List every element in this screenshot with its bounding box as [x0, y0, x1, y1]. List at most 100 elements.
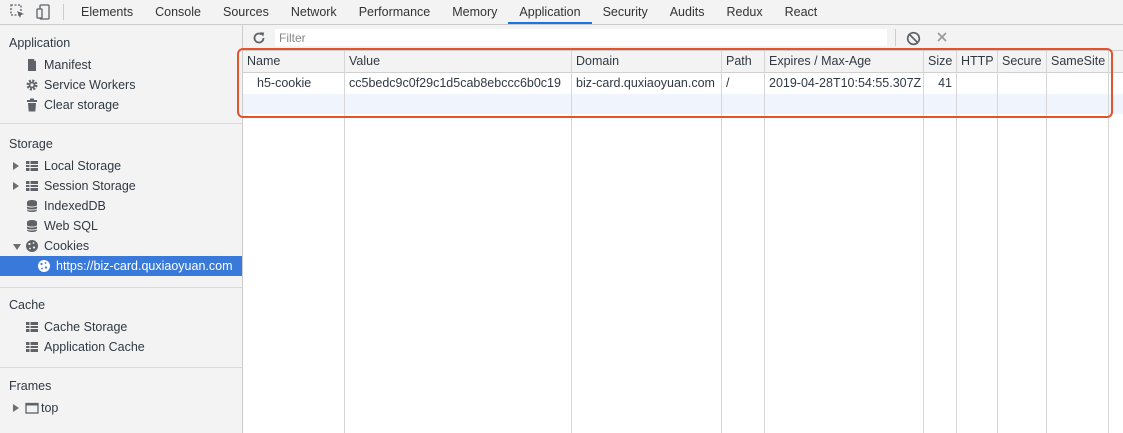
grid-icon: [25, 320, 39, 334]
column-header-name[interactable]: Name: [243, 51, 344, 72]
gear-icon: [25, 78, 39, 92]
column-header-samesite[interactable]: SameSite: [1047, 51, 1109, 72]
sidebar-item-label: top: [41, 401, 59, 415]
column-divider: [956, 51, 957, 433]
devtools-tab-bar: Elements Console Sources Network Perform…: [0, 0, 1123, 25]
sidebar-item-label: Clear storage: [44, 98, 120, 112]
filter-input[interactable]: [275, 29, 887, 46]
sidebar-item-label: Application Cache: [44, 340, 145, 354]
expand-arrow-icon[interactable]: [13, 182, 19, 190]
sidebar-item-application-cache[interactable]: Application Cache: [0, 337, 242, 357]
cell-secure: [998, 73, 1046, 94]
expand-arrow-icon[interactable]: [13, 162, 19, 170]
column-header-path[interactable]: Path: [722, 51, 764, 72]
database-icon: [25, 199, 39, 213]
clear-all-icon[interactable]: [906, 31, 921, 46]
sidebar-item-session-storage[interactable]: Session Storage: [0, 176, 242, 196]
sidebar-item-label: Local Storage: [44, 159, 122, 173]
filter-bar-separator: [895, 29, 896, 46]
grid-icon: [25, 159, 39, 173]
sidebar-item-service-workers[interactable]: Service Workers: [0, 75, 242, 95]
grid-icon: [25, 340, 39, 354]
cell-http: [957, 73, 998, 94]
cookie-icon: [37, 259, 51, 273]
column-divider: [923, 51, 924, 433]
device-toolbar-icon[interactable]: [35, 3, 53, 21]
sidebar-item-label: Service Workers: [44, 78, 136, 92]
column-header-domain[interactable]: Domain: [572, 51, 721, 72]
sidebar-item-clear-storage[interactable]: Clear storage: [0, 95, 242, 115]
tab-application[interactable]: Application: [508, 0, 592, 24]
column-header-size[interactable]: Size: [924, 51, 957, 72]
tab-memory[interactable]: Memory: [441, 0, 508, 24]
sidebar-item-label: https://biz-card.quxiaoyuan.com: [56, 259, 233, 273]
section-divider: [0, 287, 242, 288]
column-divider: [997, 51, 998, 433]
cell-expires: 2019-04-28T10:54:55.307Z: [769, 76, 922, 90]
cookie-table: Name Value Domain Path Expires / Max-Age…: [243, 51, 1123, 433]
column-header-expires[interactable]: Expires / Max-Age: [765, 51, 923, 72]
cell-samesite: [1047, 73, 1109, 94]
tab-react[interactable]: React: [774, 0, 829, 24]
column-header-secure[interactable]: Secure: [998, 51, 1046, 72]
sidebar-item-label: Manifest: [44, 58, 92, 72]
tab-console[interactable]: Console: [144, 0, 212, 24]
column-divider: [721, 51, 722, 433]
section-heading-storage: Storage: [9, 137, 53, 151]
column-divider: [344, 51, 345, 433]
column-divider: [1046, 51, 1047, 433]
panel-tabs: Elements Console Sources Network Perform…: [70, 0, 828, 24]
column-header-http[interactable]: HTTP: [957, 51, 998, 72]
section-divider: [0, 367, 242, 368]
tab-network[interactable]: Network: [280, 0, 348, 24]
sidebar-item-cookie-origin[interactable]: https://biz-card.quxiaoyuan.com: [0, 256, 242, 276]
close-icon[interactable]: [935, 30, 949, 44]
sidebar-item-cookies[interactable]: Cookies: [0, 236, 242, 256]
table-row[interactable]: h5-cookie cc5bedc9c0f29c1d5cab8ebccc6b0c…: [243, 73, 1123, 94]
cell-value: cc5bedc9c0f29c1d5cab8ebccc6b0c19: [349, 76, 561, 90]
sidebar-item-cache-storage[interactable]: Cache Storage: [0, 317, 242, 337]
sidebar-item-manifest[interactable]: Manifest: [0, 55, 242, 75]
inspect-element-icon[interactable]: [9, 3, 27, 21]
tab-elements[interactable]: Elements: [70, 0, 144, 24]
cell-domain: biz-card.quxiaoyuan.com: [576, 76, 715, 90]
cell-size: 41: [938, 76, 952, 90]
trash-icon: [25, 98, 39, 112]
refresh-icon[interactable]: [251, 30, 267, 46]
sidebar-item-label: Cache Storage: [44, 320, 128, 334]
sidebar-item-label: Cookies: [44, 239, 90, 253]
table-row-empty[interactable]: [243, 94, 1123, 114]
section-heading-frames: Frames: [9, 379, 52, 393]
tab-sources[interactable]: Sources: [212, 0, 280, 24]
section-heading-cache: Cache: [9, 298, 46, 312]
database-icon: [25, 219, 39, 233]
collapse-arrow-icon[interactable]: [13, 244, 21, 250]
grid-icon: [25, 179, 39, 193]
tab-security[interactable]: Security: [592, 0, 659, 24]
sidebar-item-local-storage[interactable]: Local Storage: [0, 156, 242, 176]
column-header-value[interactable]: Value: [345, 51, 572, 72]
section-divider: [0, 123, 242, 124]
tab-performance[interactable]: Performance: [348, 0, 442, 24]
sidebar-item-label: Web SQL: [44, 219, 98, 233]
cookie-icon: [25, 239, 39, 253]
column-divider: [764, 51, 765, 433]
sidebar-item-label: IndexedDB: [44, 199, 106, 213]
toolbar-separator: [63, 4, 64, 20]
cell-name: h5-cookie: [257, 76, 312, 90]
cookie-filter-bar: [243, 25, 1123, 51]
table-header: Name Value Domain Path Expires / Max-Age…: [243, 51, 1123, 73]
section-heading-application: Application: [9, 36, 71, 50]
sidebar-item-label: Session Storage: [44, 179, 136, 193]
application-sidebar: Application Manifest Service Workers Cle…: [0, 25, 243, 433]
expand-arrow-icon[interactable]: [13, 404, 19, 412]
sidebar-item-indexeddb[interactable]: IndexedDB: [0, 196, 242, 216]
column-divider: [571, 51, 572, 433]
sidebar-item-frame-top[interactable]: top: [0, 398, 242, 418]
frame-icon: [25, 401, 39, 415]
tab-redux[interactable]: Redux: [715, 0, 773, 24]
sidebar-item-web-sql[interactable]: Web SQL: [0, 216, 242, 236]
column-divider: [1108, 51, 1109, 433]
tab-audits[interactable]: Audits: [659, 0, 716, 24]
document-icon: [25, 58, 39, 72]
